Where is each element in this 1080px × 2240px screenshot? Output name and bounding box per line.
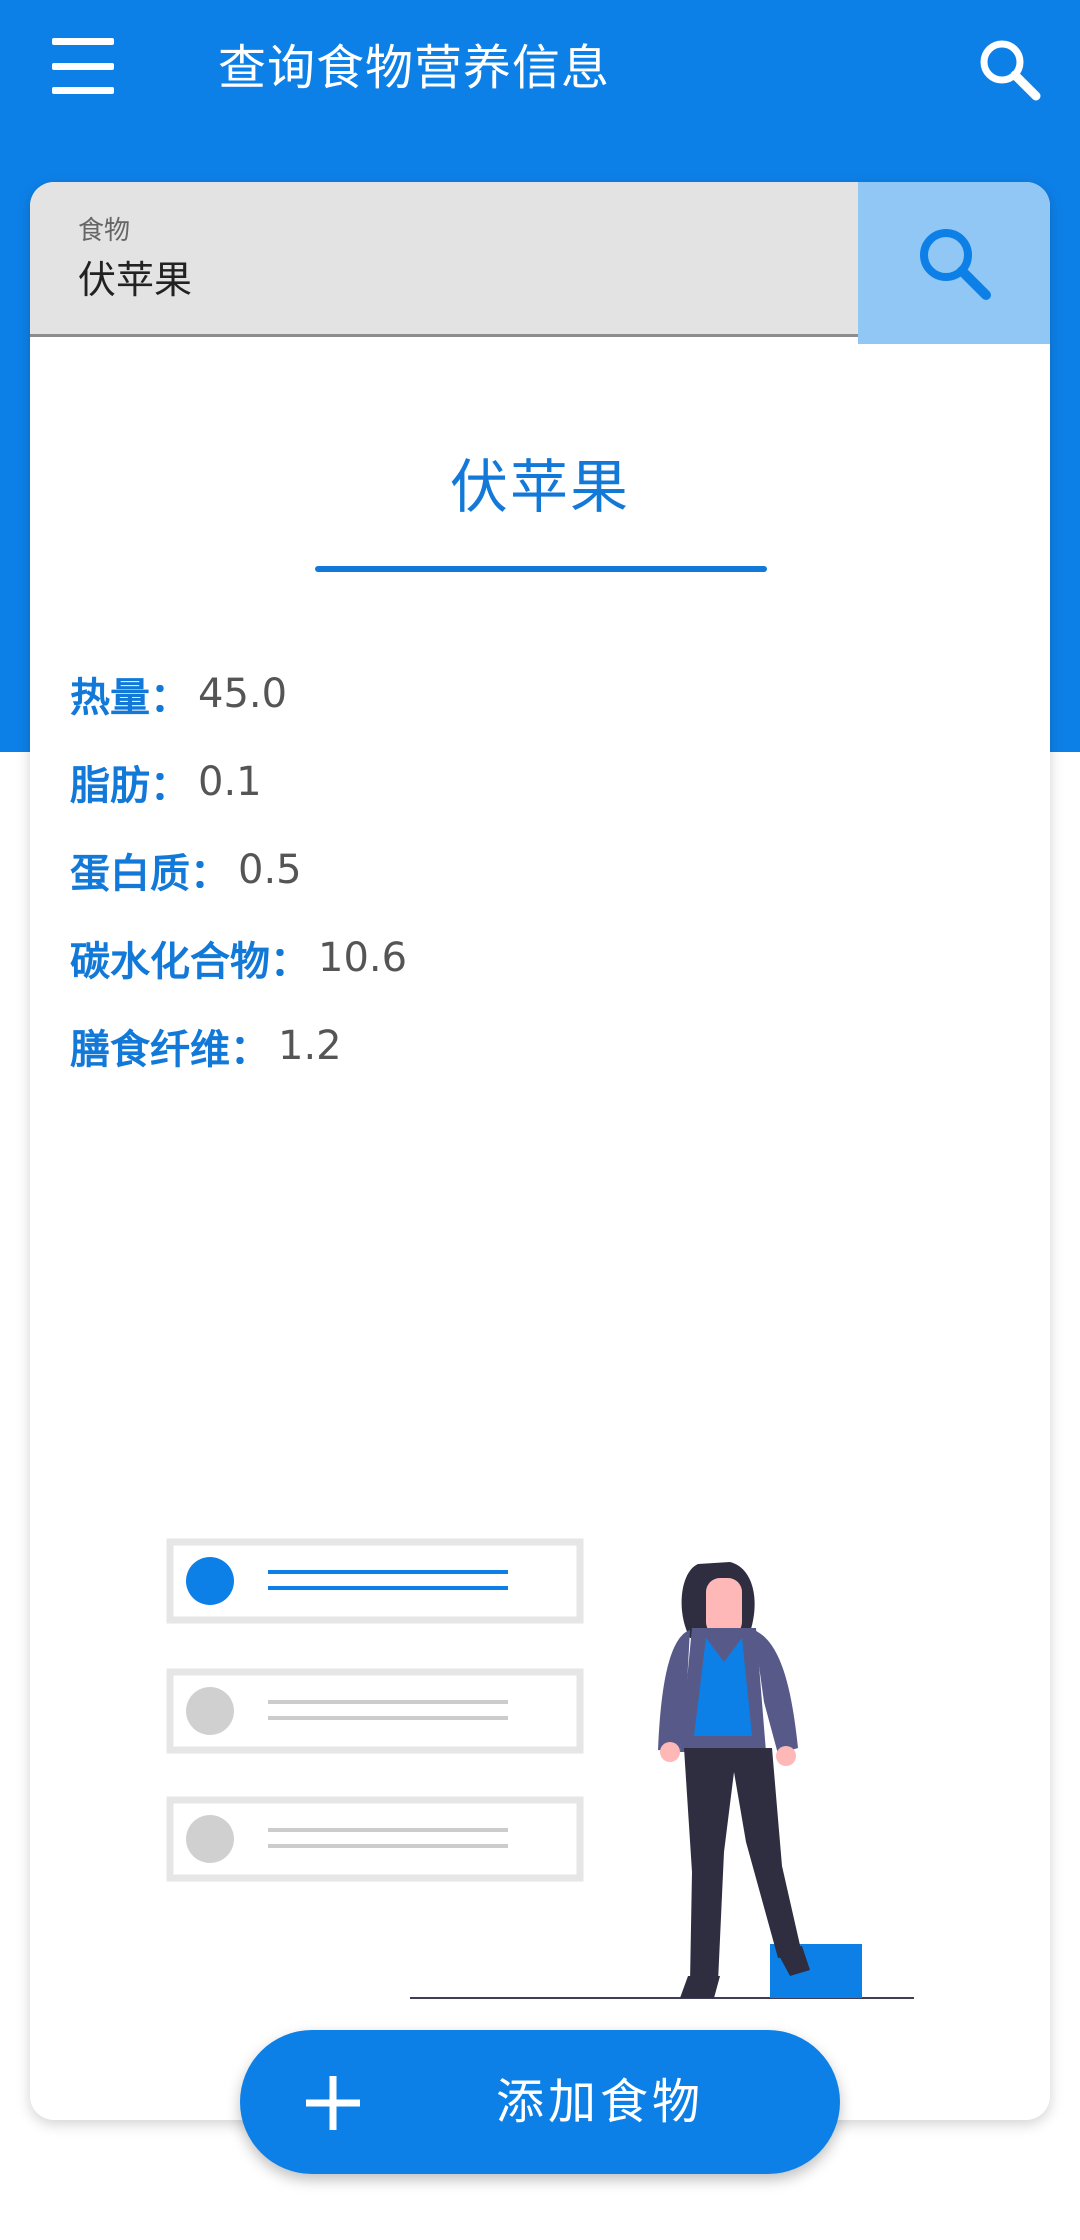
list-card-unselected (166, 1796, 584, 1882)
nutrient-row-protein: 蛋白质： 0.5 (70, 826, 407, 914)
app-bar: 查询食物营养信息 (0, 0, 1080, 136)
nutrient-label: 蛋白质： (70, 851, 230, 897)
empty-state-illustration (166, 1538, 914, 1999)
nutrient-value: 0.5 (238, 847, 302, 893)
nutrient-value: 45.0 (198, 671, 288, 717)
nutrient-value: 1.2 (278, 1023, 342, 1069)
nutrient-row-carbohydrate: 碳水化合物： 10.6 (70, 914, 407, 1002)
food-input[interactable] (78, 254, 818, 298)
heading-underline (315, 566, 767, 572)
food-search-field[interactable]: 食物 (30, 182, 858, 337)
food-name-heading: 伏苹果 (449, 453, 630, 521)
nutrient-label: 膳食纤维： (70, 1027, 270, 1073)
add-food-button[interactable]: 添加食物 (240, 2030, 840, 2174)
nutrient-value: 10.6 (318, 935, 408, 981)
nutrient-row-fiber: 膳食纤维： 1.2 (70, 1002, 407, 1090)
food-card: 食物 伏苹果 热量： 45.0 脂肪： 0.1 蛋白质： 0.5 碳水化合物： … (30, 182, 1050, 2120)
nutrient-value: 0.1 (198, 759, 262, 805)
nutrient-row-fat: 脂肪： 0.1 (70, 738, 407, 826)
nutrient-label: 碳水化合物： (70, 939, 310, 985)
nutrient-label: 脂肪： (70, 763, 190, 809)
page-title: 查询食物营养信息 (218, 40, 611, 96)
list-card-selected (166, 1538, 584, 1624)
nutrient-row-calories: 热量： 45.0 (70, 650, 407, 738)
nutrient-label: 热量： (70, 675, 190, 721)
search-icon (920, 229, 991, 300)
menu-icon[interactable] (52, 38, 114, 94)
plus-icon (306, 2076, 360, 2130)
food-field-label: 食物 (78, 216, 131, 246)
search-icon[interactable] (976, 36, 1042, 102)
search-button[interactable] (858, 182, 1050, 344)
add-food-label: 添加食物 (496, 2074, 705, 2130)
list-card-unselected (166, 1668, 584, 1754)
nutrient-list: 热量： 45.0 脂肪： 0.1 蛋白质： 0.5 碳水化合物： 10.6 膳食… (70, 650, 407, 1090)
person-figure (658, 1562, 810, 1998)
